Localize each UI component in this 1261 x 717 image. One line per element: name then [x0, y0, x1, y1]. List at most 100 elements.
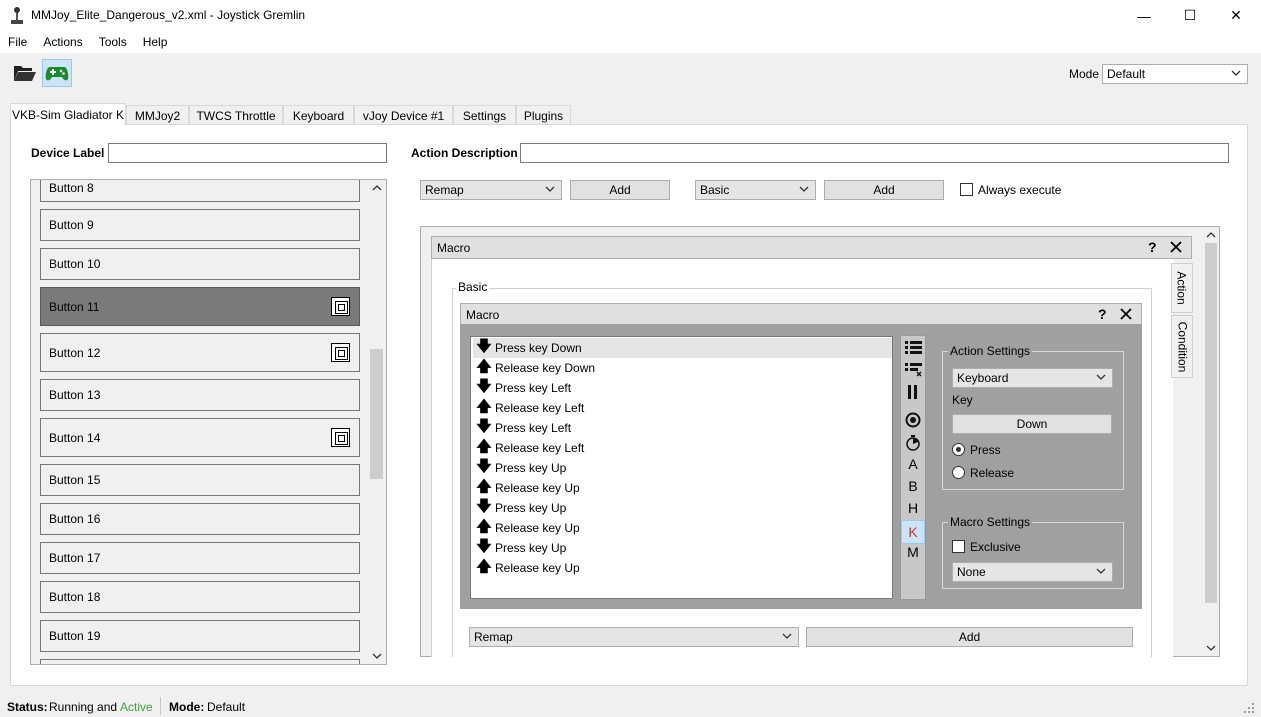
tab-mmjoy2[interactable]: MMJoy2 [126, 105, 189, 125]
menu-help[interactable]: Help [135, 31, 176, 53]
action-type-select[interactable]: Remap [420, 180, 562, 200]
list-item-button-11[interactable]: Button 11 [40, 287, 360, 326]
tab-settings[interactable]: Settings [453, 105, 516, 125]
tab-condition[interactable]: Condition [1171, 315, 1193, 378]
always-execute-label: Always execute [978, 183, 1062, 197]
status-divider [160, 697, 161, 715]
resize-grip-icon[interactable] [1243, 702, 1255, 714]
bottom-action-select[interactable]: Remap [469, 627, 799, 647]
action-description-input[interactable] [520, 143, 1229, 163]
list-item-button-12[interactable]: Button 12 [40, 333, 360, 372]
macro-step[interactable]: 🡇 Press key Left [473, 418, 892, 438]
menu-tools[interactable]: Tools [91, 31, 135, 53]
macro-step[interactable]: 🡅 Release key Up [473, 478, 892, 498]
device-label-input[interactable] [108, 143, 387, 163]
macro-step[interactable]: 🡅 Release key Down [473, 358, 892, 378]
tab-twcs-throttle[interactable]: TWCS Throttle [189, 105, 283, 125]
close-icon[interactable] [1120, 308, 1132, 320]
list-item-label: Button 17 [49, 551, 101, 565]
list-item-button-9[interactable]: Button 9 [40, 209, 360, 241]
repeat-mode-select[interactable]: None [952, 562, 1113, 582]
tab-vjoy-device[interactable]: vJoy Device #1 [354, 105, 453, 125]
pause-icon[interactable] [907, 385, 919, 399]
button-list-scroll-thumb[interactable] [370, 349, 383, 479]
macro-step[interactable]: 🡇 Press key Left [473, 378, 892, 398]
timer-icon[interactable] [905, 435, 921, 451]
scroll-up-icon[interactable] [1205, 230, 1217, 240]
list-item-button-13[interactable]: Button 13 [40, 379, 360, 411]
chevron-down-icon [545, 186, 555, 192]
mode-label: Mode [1069, 67, 1100, 81]
status-bar: Status: Running and Active Mode: Default [0, 697, 1261, 717]
list-item-button-8[interactable]: Button 8 [40, 180, 360, 202]
mouse-icon[interactable]: M [901, 544, 925, 560]
close-icon[interactable] [1170, 241, 1182, 253]
maximize-button[interactable]: ☐ [1167, 0, 1213, 31]
list-item-button-19[interactable]: Button 19 [40, 620, 360, 652]
list-icon[interactable] [905, 340, 922, 355]
list-item-button-16[interactable]: Button 16 [40, 503, 360, 535]
inner-macro-title: Macro [466, 307, 500, 322]
list-item-label: Button 11 [49, 299, 100, 314]
device-view-button[interactable] [42, 59, 72, 87]
condition-icon [331, 343, 350, 362]
keyboard-key-icon[interactable]: K [901, 520, 925, 544]
scroll-up-icon[interactable] [371, 183, 383, 193]
joystick-app-icon [11, 7, 23, 24]
tab-vkb-sim[interactable]: VKB-Sim Gladiator K [10, 103, 126, 126]
list-item-label: Button 16 [49, 512, 101, 526]
menu-actions[interactable]: Actions [35, 31, 90, 53]
action-type-keyboard-select[interactable]: Keyboard [952, 368, 1113, 388]
record-icon[interactable] [905, 412, 921, 428]
tab-action[interactable]: Action [1171, 263, 1193, 313]
list-item-label: Button 8 [49, 180, 94, 195]
macro-step-label: Release key Up [495, 561, 580, 575]
list-remove-icon[interactable] [905, 362, 922, 377]
macro-step[interactable]: 🡅 Release key Up [473, 558, 892, 578]
macro-step[interactable]: 🡇 Press key Up [473, 538, 892, 558]
joystick-hat-icon[interactable]: H [901, 500, 925, 516]
tab-keyboard[interactable]: Keyboard [283, 105, 354, 125]
close-button[interactable]: ✕ [1213, 0, 1259, 31]
menu-bar: File Actions Tools Help [0, 31, 1261, 53]
press-radio[interactable] [952, 443, 965, 456]
release-label: Release [970, 466, 1015, 480]
bottom-add-button[interactable]: Add [806, 627, 1133, 647]
list-item-label: Button 10 [49, 257, 101, 271]
macro-step[interactable]: 🡇 Press key Up [473, 498, 892, 518]
list-item-button-18[interactable]: Button 18 [40, 581, 360, 613]
list-item-button-15[interactable]: Button 15 [40, 464, 360, 496]
scroll-down-icon[interactable] [371, 651, 383, 661]
help-icon[interactable]: ? [1148, 239, 1157, 255]
minimize-button[interactable]: — [1121, 0, 1167, 31]
list-item-partial[interactable] [40, 659, 360, 664]
container-type-select[interactable]: Basic [695, 180, 816, 200]
joystick-axis-icon[interactable]: A [901, 456, 925, 472]
macro-step[interactable]: 🡅 Release key Left [473, 398, 892, 418]
macro-step[interactable]: 🡇 Press key Up [473, 458, 892, 478]
release-radio[interactable] [952, 466, 965, 479]
chevron-down-icon [1231, 70, 1241, 76]
tab-plugins[interactable]: Plugins [516, 105, 571, 125]
mode-select[interactable]: Default [1102, 64, 1248, 84]
add-container-button[interactable]: Add [824, 180, 944, 200]
macro-step[interactable]: 🡅 Release key Left [473, 438, 892, 458]
device-label-title: Device Label [31, 146, 105, 160]
open-folder-button[interactable] [10, 59, 40, 87]
scroll-down-icon[interactable] [1205, 643, 1217, 653]
macro-step[interactable]: 🡇 Press key Down [473, 338, 892, 358]
list-item-button-14[interactable]: Button 14 [40, 418, 360, 457]
macro-step-label: Press key Down [495, 341, 582, 355]
action-area-scroll-thumb[interactable] [1205, 243, 1217, 603]
joystick-button-icon[interactable]: B [901, 478, 925, 494]
menu-file[interactable]: File [0, 31, 35, 53]
help-icon[interactable]: ? [1098, 306, 1107, 322]
basic-label: Basic [456, 280, 490, 294]
list-item-button-10[interactable]: Button 10 [40, 248, 360, 280]
macro-step[interactable]: 🡅 Release key Up [473, 518, 892, 538]
exclusive-checkbox[interactable] [952, 540, 965, 553]
key-select-button[interactable]: Down [952, 414, 1112, 434]
add-action-button[interactable]: Add [570, 180, 670, 200]
list-item-button-17[interactable]: Button 17 [40, 542, 360, 574]
always-execute-checkbox[interactable] [960, 183, 973, 196]
